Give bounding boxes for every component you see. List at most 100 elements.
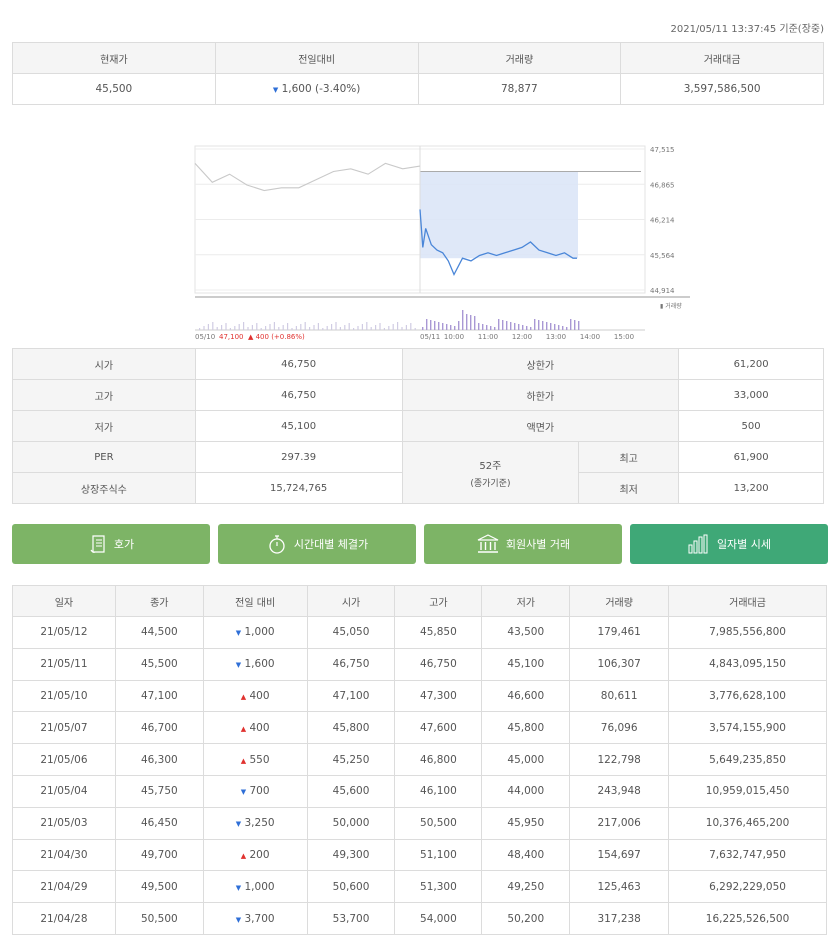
volume-bar — [203, 326, 205, 330]
upper-limit-label: 상한가 — [401, 348, 680, 380]
up-arrow-icon: ▲ — [240, 724, 247, 733]
volume-bar — [207, 324, 209, 330]
volume-bar — [478, 323, 480, 330]
diff-cell: ▲ 550 — [202, 743, 308, 776]
close-cell: 47,100 — [114, 679, 204, 713]
table-row: 21/04/28 50,500 ▼ 3,700 53,700 54,000 50,200 3… — [12, 902, 827, 935]
volume-bar — [313, 325, 315, 330]
member-trade-button[interactable]: 회원사별 거래 — [424, 524, 622, 564]
summary-header-amount: 거래대금 — [620, 42, 824, 74]
daily-header-high: 고가 — [394, 585, 483, 617]
volume-cell: 317,238 — [569, 902, 670, 935]
volume-bar — [287, 323, 289, 330]
table-row: 21/04/30 49,700 ▲ 200 49,300 51,100 48,400 154… — [12, 838, 827, 872]
volume-bar — [357, 326, 359, 330]
diff-value: 400 — [249, 721, 270, 734]
volume-bar — [331, 324, 333, 330]
volume-bar — [434, 321, 436, 330]
diff-value: 1,000 — [244, 880, 275, 893]
open-cell: 53,700 — [306, 902, 396, 935]
amount-cell: 3,574,155,900 — [668, 711, 827, 745]
open-cell: 50,600 — [306, 870, 396, 904]
document-icon — [90, 535, 105, 553]
y-tick-label: 45,564 — [650, 252, 675, 260]
high-cell: 47,600 — [394, 711, 483, 745]
change-cell: ▼ 1,600 (-3.40%) — [214, 73, 419, 105]
low-cell: 49,250 — [481, 870, 571, 904]
y-tick-label: 44,914 — [650, 287, 675, 295]
open-cell: 45,800 — [306, 711, 396, 745]
volume-bar — [401, 327, 403, 330]
volume-bar — [260, 328, 262, 330]
volume-bar — [578, 321, 580, 330]
up-arrow-icon: ▲ — [240, 851, 247, 860]
high-cell: 54,000 — [394, 902, 483, 935]
time-price-button[interactable]: 시간대별 체결가 — [218, 524, 416, 564]
current-price: 45,500 — [12, 73, 216, 105]
volume-cell: 122,798 — [569, 743, 670, 776]
open-cell: 45,050 — [306, 616, 396, 649]
down-arrow-icon: ▼ — [272, 86, 279, 94]
high-cell: 51,300 — [394, 870, 483, 904]
volume-cell: 80,611 — [569, 679, 670, 713]
volume-bar — [238, 324, 240, 330]
low-cell: 45,950 — [481, 806, 571, 840]
date-cell: 21/05/07 — [12, 711, 116, 745]
volume-cell: 154,697 — [569, 838, 670, 872]
volume-bar — [335, 322, 337, 330]
close-cell: 44,500 — [114, 616, 204, 649]
open-cell: 45,250 — [306, 743, 396, 776]
table-row: 21/05/07 46,700 ▲ 400 45,800 47,600 45,800 76,… — [12, 711, 827, 745]
volume-bar — [474, 316, 476, 330]
diff-value: 3,700 — [244, 912, 275, 925]
daily-price-button-label: 일자별 시세 — [716, 538, 772, 551]
volume-bar — [361, 324, 363, 330]
volume-bar — [243, 322, 245, 330]
volume-cell: 217,006 — [569, 806, 670, 840]
change-area — [420, 171, 578, 259]
close-cell: 46,700 — [114, 711, 204, 745]
listed-shares-label: 상장주식수 — [12, 472, 196, 504]
volume-bar — [366, 322, 368, 330]
volume-bar — [554, 324, 556, 330]
diff-cell: ▼ 1,000 — [202, 616, 308, 649]
amount-cell: 4,843,095,150 — [668, 647, 827, 681]
volume-bar — [494, 327, 496, 330]
volume-bar — [383, 328, 385, 330]
close-cell: 45,750 — [114, 774, 204, 808]
volume-bar — [326, 326, 328, 330]
volume-bar — [269, 324, 271, 330]
diff-value: 200 — [249, 848, 270, 861]
x-tick-label: 10:00 — [444, 333, 464, 341]
week52-low-label: 최저 — [578, 472, 680, 504]
volume-bar — [566, 327, 568, 330]
volume-bar — [550, 323, 552, 330]
diff-cell: ▼ 1,600 — [202, 647, 308, 681]
volume-bar — [322, 328, 324, 330]
low-value: 45,100 — [194, 410, 403, 442]
volume-bar — [304, 322, 306, 330]
volume-bar — [490, 326, 492, 330]
y-tick-label: 47,515 — [650, 146, 675, 154]
diff-value: 1,600 — [244, 658, 275, 671]
date-cell: 21/05/03 — [12, 806, 116, 840]
volume-bar — [225, 323, 227, 330]
low-cell: 43,500 — [481, 616, 571, 649]
volume-bar — [498, 319, 500, 330]
daily-price-button[interactable]: 일자별 시세 — [630, 524, 828, 564]
high-cell: 46,800 — [394, 743, 483, 776]
x-tick-label: 05/11 — [420, 333, 440, 341]
table-row: 21/05/03 46,450 ▼ 3,250 50,000 50,500 45,950 2… — [12, 806, 827, 840]
volume-cell: 179,461 — [569, 616, 670, 649]
volume-bar — [282, 325, 284, 330]
low-cell: 46,600 — [481, 679, 571, 713]
open-value: 46,750 — [194, 348, 403, 380]
high-cell: 46,100 — [394, 774, 483, 808]
volume-bar — [526, 326, 528, 330]
volume-bar — [562, 326, 564, 330]
hoga-button-label: 호가 — [113, 538, 135, 551]
volume-bar — [392, 324, 394, 330]
week52-low-value: 13,200 — [678, 472, 824, 504]
amount-cell: 3,776,628,100 — [668, 679, 827, 713]
hoga-button[interactable]: 호가 — [12, 524, 210, 564]
